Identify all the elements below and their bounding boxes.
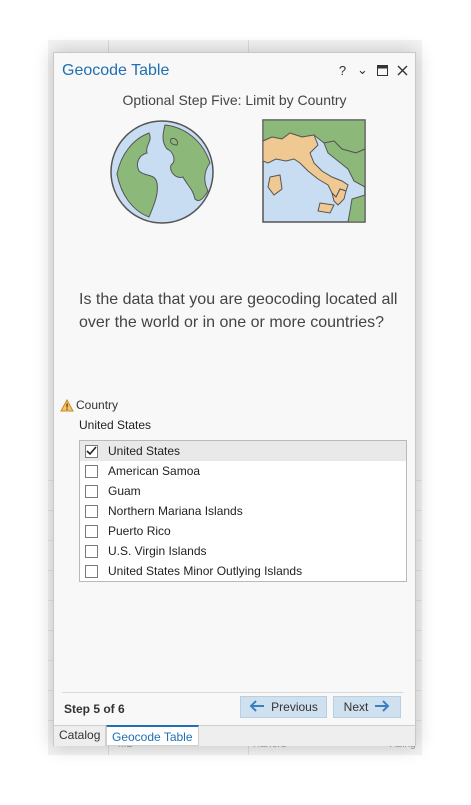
country-option-label: United States — [108, 444, 181, 458]
warning-icon — [60, 398, 74, 411]
pane-menu-button[interactable]: ⌄ — [356, 62, 369, 78]
country-option[interactable]: United States Minor Outlying Islands — [80, 561, 406, 581]
close-icon — [397, 65, 408, 75]
maximize-icon — [377, 64, 388, 76]
step-title: Optional Step Five: Limit by Country — [122, 92, 347, 108]
checkmark-icon — [86, 446, 97, 456]
globe-icon — [110, 120, 214, 224]
close-button[interactable] — [396, 62, 409, 78]
pane-tab-strip: Catalog Geocode Table — [54, 725, 415, 746]
checkbox[interactable] — [85, 564, 98, 578]
country-option[interactable]: Puerto Rico — [80, 521, 406, 541]
next-button-label: Next — [343, 700, 369, 714]
country-option[interactable]: United States — [80, 441, 406, 461]
next-button[interactable]: Next — [333, 696, 401, 718]
checkbox[interactable] — [85, 544, 98, 558]
checkbox[interactable] — [85, 464, 98, 478]
country-selected-value: United States — [79, 418, 152, 432]
country-checklist[interactable]: United States American Samoa Guam Northern … — [79, 440, 407, 582]
arrow-left-icon — [249, 699, 265, 715]
country-map-icon — [262, 119, 366, 223]
previous-button[interactable]: Previous — [240, 696, 327, 718]
footer-divider — [62, 692, 403, 693]
geocode-table-pane: Geocode Table ? ⌄ Optional Step Five: Li… — [53, 52, 416, 746]
country-field-label: Country — [60, 398, 118, 412]
country-option[interactable]: Guam — [80, 481, 406, 501]
arrow-right-icon — [374, 699, 390, 715]
previous-button-label: Previous — [271, 700, 318, 714]
country-option-label: U.S. Virgin Islands — [108, 544, 207, 558]
checkbox[interactable] — [85, 444, 98, 458]
step-question: Is the data that you are geocoding locat… — [79, 291, 398, 331]
checkbox[interactable] — [85, 484, 98, 498]
checkbox[interactable] — [85, 504, 98, 518]
country-option[interactable]: American Samoa — [80, 461, 406, 481]
tab-geocode-table[interactable]: Geocode Table — [106, 725, 199, 746]
step-counter: Step 5 of 6 — [64, 702, 125, 716]
country-option-label: Guam — [108, 484, 141, 498]
country-option-label: Puerto Rico — [108, 524, 171, 538]
pane-title: Geocode Table — [62, 62, 170, 79]
checkbox[interactable] — [85, 524, 98, 538]
help-button[interactable]: ? — [336, 62, 349, 78]
titlebar-buttons: ? ⌄ — [336, 62, 409, 78]
country-option[interactable]: Northern Mariana Islands — [80, 501, 406, 521]
country-option[interactable]: U.S. Virgin Islands — [80, 541, 406, 561]
country-option-label: Northern Mariana Islands — [108, 504, 243, 518]
country-option-label: United States Minor Outlying Islands — [108, 564, 303, 578]
pane-titlebar: Geocode Table ? ⌄ — [54, 53, 415, 89]
maximize-button[interactable] — [376, 62, 389, 78]
country-option-label: American Samoa — [108, 464, 201, 478]
country-label-text: Country — [76, 398, 119, 412]
tab-catalog[interactable]: Catalog — [54, 725, 107, 746]
